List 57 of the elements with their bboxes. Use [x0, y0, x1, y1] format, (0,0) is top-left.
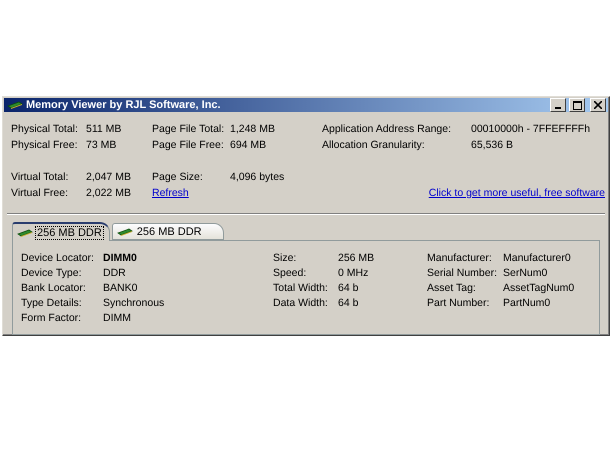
stat-label: Page File Free:	[152, 139, 225, 151]
detail-label: Bank Locator:	[21, 282, 87, 294]
stat-value: 2,022 MB	[86, 187, 132, 199]
stat-label: Page File Total:	[152, 123, 226, 135]
detail-label: Data Width:	[273, 296, 329, 308]
close-button[interactable]	[590, 98, 606, 112]
detail-value: PartNum0	[503, 296, 552, 308]
maximize-button[interactable]	[569, 98, 585, 112]
detail-label: Part Number:	[427, 296, 490, 308]
stat-label: Application Address Range:	[322, 123, 452, 135]
detail-value: 0 MHz	[338, 266, 370, 278]
detail-label: Asset Tag:	[427, 282, 477, 294]
detail-label: Device Type:	[21, 266, 83, 278]
stat-value: 694 MB	[230, 139, 268, 151]
detail-label: Serial Number:	[427, 266, 498, 278]
detail-value: DDR	[103, 266, 127, 278]
close-icon	[594, 101, 602, 109]
stat-value: 4,096 bytes	[230, 171, 286, 183]
maximize-icon	[572, 100, 582, 110]
stat-label: Virtual Free:	[11, 187, 69, 199]
detail-value: SerNum0	[503, 266, 548, 278]
stat-label: Virtual Total:	[11, 171, 70, 183]
minimize-button[interactable]	[550, 98, 566, 112]
memory-module-icon	[17, 228, 33, 236]
detail-value: 64 b	[338, 282, 360, 294]
stat-value: 2,047 MB	[86, 171, 132, 183]
stat-label: Allocation Granularity:	[322, 139, 426, 151]
stat-value: 73 MB	[86, 139, 118, 151]
detail-value: Synchronous	[103, 296, 166, 308]
detail-value: DIMM0	[103, 252, 138, 264]
stat-value: 511 MB	[86, 123, 122, 135]
detail-value: 64 b	[338, 296, 360, 308]
detail-label: Form Factor:	[21, 312, 82, 324]
memory-module-icon	[116, 228, 133, 236]
promo-link[interactable]: Click to get more useful, free software	[428, 187, 605, 199]
detail-value: Manufacturer0	[503, 252, 572, 264]
detail-label: Type Details:	[21, 296, 83, 308]
detail-label: Size:	[273, 252, 298, 264]
detail-label: Total Width:	[273, 282, 329, 294]
memory-module-icon	[7, 101, 23, 109]
memory-tab[interactable]: 256 MB DDR	[112, 223, 224, 240]
detail-label: Device Locator:	[21, 252, 95, 264]
detail-value: BANK0	[103, 282, 138, 294]
stat-value: 00010000h - 7FFEFFFFh	[471, 123, 592, 135]
stat-label: Physical Total:	[11, 123, 79, 135]
stat-value: 65,536 B	[471, 139, 514, 151]
stat-label: Physical Free:	[11, 139, 79, 151]
stat-value: 1,248 MB	[230, 123, 276, 135]
detail-value: AssetTagNum0	[503, 282, 576, 294]
detail-label: Manufacturer:	[427, 252, 493, 264]
stat-label: Page Size:	[152, 171, 204, 183]
memory-tab[interactable]: 256 MB DDR	[12, 222, 110, 241]
window-title: Memory Viewer by RJL Software, Inc.	[26, 99, 222, 111]
detail-value: DIMM	[103, 312, 132, 324]
detail-label: Speed:	[273, 266, 308, 278]
refresh-link[interactable]: Refresh	[152, 187, 230, 199]
detail-value: 256 MB	[338, 252, 376, 264]
